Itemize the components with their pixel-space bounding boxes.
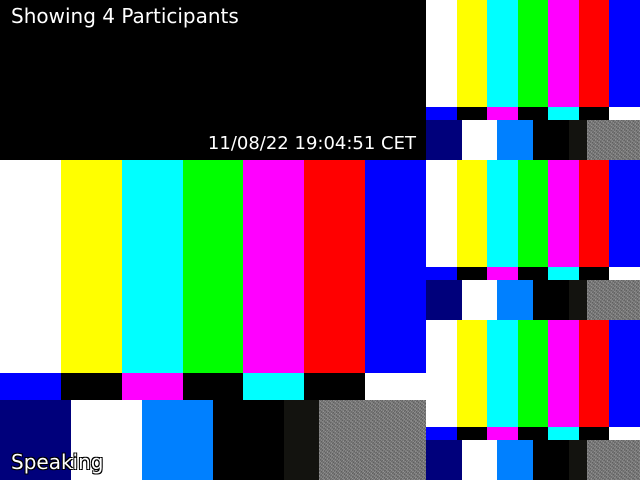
color-bar-2 (456, 0, 488, 107)
color-bar-6 (578, 0, 610, 107)
color-bar-1 (0, 160, 61, 373)
castellation-bar-5 (548, 107, 579, 120)
noise-block (586, 440, 640, 480)
color-bar-1 (426, 320, 457, 427)
color-bars (0, 160, 426, 373)
noise-block (586, 280, 640, 320)
main-video-tile[interactable]: Showing 4 Participants 11/08/22 19:04:51… (0, 0, 426, 480)
participant-tile-4[interactable] (426, 320, 640, 480)
castellation-bar-3 (487, 427, 518, 440)
noise-block (586, 120, 640, 160)
castellation-bar-2 (60, 373, 122, 400)
color-bar-3 (487, 0, 518, 107)
castellation-bar-1 (0, 373, 61, 400)
color-bar-4 (517, 160, 549, 267)
participant-tile-2[interactable] (426, 0, 640, 160)
castellation-bar-4 (517, 267, 549, 280)
color-bar-6 (578, 320, 610, 427)
castellation-bar-2 (456, 107, 488, 120)
castellation-bar-6 (578, 107, 610, 120)
color-bars-castellation (426, 267, 640, 280)
color-bar-3 (487, 160, 518, 267)
castellation-bar-4 (517, 427, 549, 440)
castellation-bar-3 (487, 107, 518, 120)
color-bars (426, 320, 640, 427)
color-bar-1 (426, 160, 457, 267)
color-bar-7 (365, 160, 426, 373)
color-bars-castellation (0, 373, 426, 400)
color-bars-castellation (426, 427, 640, 440)
color-bar-7 (609, 320, 640, 427)
castellation-bar-6 (578, 427, 610, 440)
castellation-bar-1 (426, 107, 457, 120)
castellation-bar-1 (426, 267, 457, 280)
color-bar-1 (426, 0, 457, 107)
color-bars-castellation (426, 107, 640, 120)
color-bar-4 (182, 160, 244, 373)
color-bar-6 (304, 160, 366, 373)
castellation-bar-6 (304, 373, 366, 400)
castellation-bar-7 (609, 267, 640, 280)
color-bar-5 (243, 160, 305, 373)
color-bar-4 (517, 320, 549, 427)
castellation-bar-7 (609, 427, 640, 440)
castellation-bar-2 (456, 427, 488, 440)
speaking-label: Speaking (11, 450, 104, 474)
color-bar-5 (548, 160, 579, 267)
color-bars (426, 160, 640, 267)
castellation-bar-3 (121, 373, 183, 400)
castellation-bar-5 (548, 427, 579, 440)
color-bars (426, 0, 640, 107)
castellation-bar-3 (487, 267, 518, 280)
castellation-bar-7 (609, 107, 640, 120)
pluge-pattern (426, 280, 640, 320)
pluge-pattern (426, 440, 640, 480)
castellation-bar-5 (548, 267, 579, 280)
participants-count-text: Showing 4 Participants (11, 4, 239, 28)
castellation-bar-2 (456, 267, 488, 280)
castellation-bar-1 (426, 427, 457, 440)
color-bar-7 (609, 0, 640, 107)
castellation-bar-4 (517, 107, 549, 120)
castellation-bar-5 (243, 373, 305, 400)
timestamp-text: 11/08/22 19:04:51 CET (207, 133, 416, 154)
color-bar-7 (609, 160, 640, 267)
noise-block (319, 400, 426, 480)
castellation-bar-4 (182, 373, 244, 400)
color-bar-6 (578, 160, 610, 267)
color-bar-2 (456, 160, 488, 267)
color-bar-3 (121, 160, 183, 373)
color-bar-2 (456, 320, 488, 427)
color-bar-4 (517, 0, 549, 107)
participant-tile-3[interactable] (426, 160, 640, 320)
castellation-bar-7 (365, 373, 426, 400)
color-bar-5 (548, 0, 579, 107)
color-bar-2 (60, 160, 122, 373)
castellation-bar-6 (578, 267, 610, 280)
color-bar-5 (548, 320, 579, 427)
color-bar-3 (487, 320, 518, 427)
pluge-pattern (426, 120, 640, 160)
